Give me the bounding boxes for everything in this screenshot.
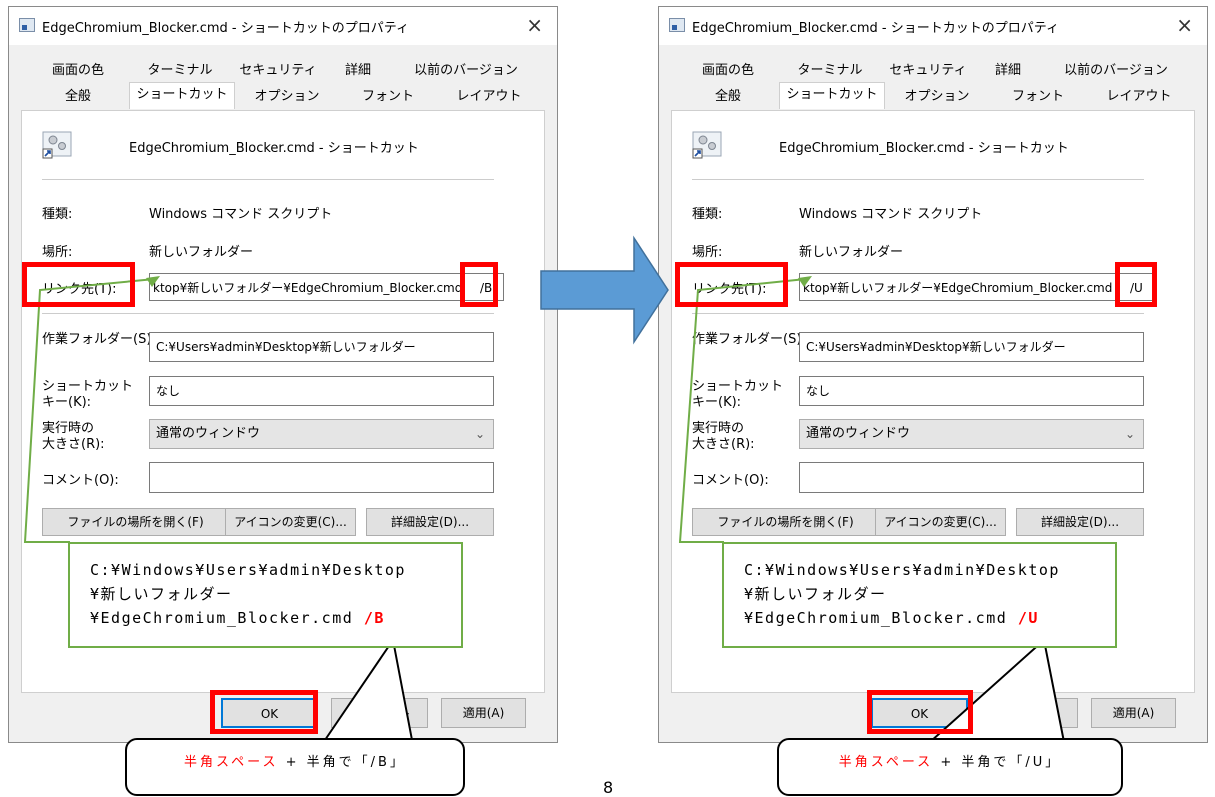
callout-tail-left: [324, 637, 413, 741]
right-arrow-icon: [540, 235, 669, 345]
note-line-3: ¥EdgeChromium_Blocker.cmd: [744, 609, 1008, 627]
note-switch: /U: [1017, 609, 1039, 627]
note-line-3: ¥EdgeChromium_Blocker.cmd: [90, 609, 354, 627]
highlight-switch: [1115, 262, 1157, 307]
green-leader-right: [678, 278, 807, 543]
callout-red-text: 半角スペース: [838, 755, 934, 770]
callout-text: + 半角で「/B」: [278, 755, 406, 770]
note-line-1: C:¥Windows¥Users¥admin¥Desktop: [90, 561, 406, 579]
callout-right: 半角スペース + 半角で「/U」: [777, 738, 1123, 796]
path-note-right: C:¥Windows¥Users¥admin¥Desktop ¥新しいフォルダー…: [722, 542, 1117, 648]
green-leader-left: [23, 278, 156, 543]
note-line-3-row: ¥EdgeChromium_Blocker.cmd /B: [90, 606, 441, 630]
highlight-target-label: [22, 262, 135, 307]
note-line-2: ¥新しいフォルダー: [744, 585, 887, 603]
callout-text: + 半角で「/U」: [933, 755, 1062, 770]
note-line-2: ¥新しいフォルダー: [90, 585, 233, 603]
highlight-switch: [460, 262, 498, 307]
annotation-lines: [23, 235, 1065, 743]
highlight-ok: [210, 690, 318, 734]
callout-left: 半角スペース + 半角で「/B」: [125, 738, 465, 796]
highlight-ok: [867, 690, 973, 734]
green-arrowhead-left: [146, 276, 160, 287]
note-switch: /B: [363, 609, 385, 627]
green-arrowhead-right: [798, 276, 812, 287]
highlight-target-label: [675, 262, 788, 307]
path-note-left: C:¥Windows¥Users¥admin¥Desktop ¥新しいフォルダー…: [68, 542, 463, 648]
page-number: 8: [603, 778, 614, 797]
note-line-3-row: ¥EdgeChromium_Blocker.cmd /U: [744, 606, 1095, 630]
note-line-1: C:¥Windows¥Users¥admin¥Desktop: [744, 561, 1060, 579]
callout-red-text: 半角スペース: [184, 755, 279, 770]
